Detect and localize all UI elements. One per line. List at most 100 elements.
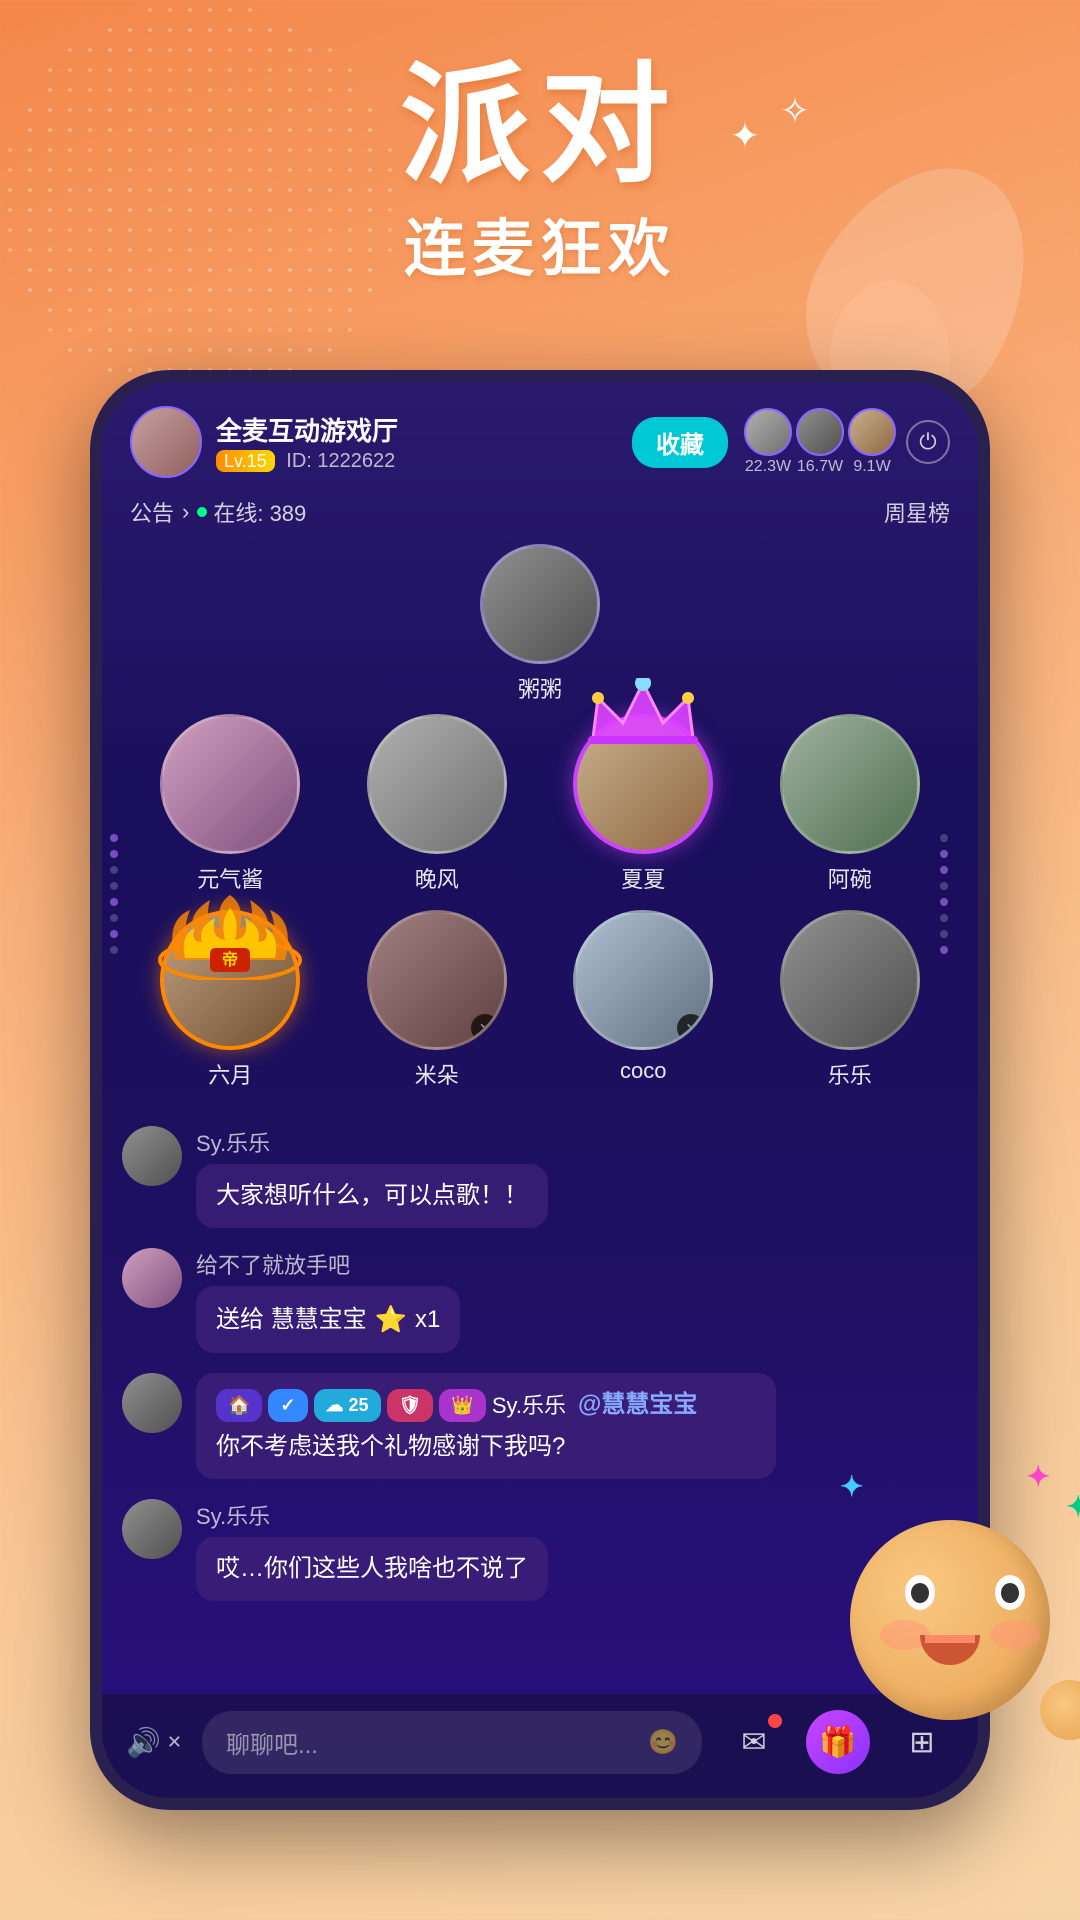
mic-mute-icon-coco: ✕: [677, 1014, 705, 1042]
svg-text:帝: 帝: [222, 950, 238, 969]
chat-content-2: 给不了就放手吧 送给 慧慧宝宝 ⭐ x1: [196, 1248, 460, 1353]
dot: [940, 882, 948, 890]
online-indicator: [197, 507, 207, 517]
dot: [940, 834, 948, 842]
title-area: 派对 连麦狂欢 ✦ ✧: [0, 60, 1080, 288]
performer-slot-awan[interactable]: 阿碗: [752, 714, 949, 894]
top-user-avatar-2: [796, 408, 844, 456]
top-user-1: 22.3W: [744, 408, 792, 476]
dot: [110, 850, 118, 858]
host-meta: Lv.15 ID: 1222622: [216, 450, 616, 473]
emoji-icon[interactable]: 😊: [648, 1728, 678, 1757]
performer-name-miduo: 米朵: [415, 1058, 459, 1090]
online-count: 在线: 389: [213, 496, 884, 528]
mascot-hand: [1040, 1680, 1080, 1740]
chat-content-3: 🏠 ✓ ☁ 25 🛡 👑 Sy.乐乐 @慧慧宝宝 你不考虑送我个礼物感谢下我吗?: [196, 1373, 776, 1479]
mascot-mouth: [920, 1635, 980, 1665]
top-user-avatar-3: [848, 408, 896, 456]
performer-avatar-coco: ✕: [573, 910, 713, 1050]
host-info: 全麦互动游戏厅 Lv.15 ID: 1222622: [216, 411, 616, 473]
collect-button[interactable]: 收藏: [632, 417, 728, 468]
performer-name-wanfeng: 晚风: [415, 862, 459, 894]
chat-placeholder: 聊聊吧...: [226, 1725, 318, 1760]
chat-bubble-2: 送给 慧慧宝宝 ⭐ x1: [196, 1286, 460, 1353]
app-header: 全麦互动游戏厅 Lv.15 ID: 1222622 收藏 22.3W 16.7W: [102, 382, 978, 490]
gift-count: x1: [415, 1302, 440, 1338]
tagged-text: 你不考虑送我个礼物感谢下我吗?: [216, 1429, 565, 1465]
performer-row-2: 帝 六月 ✕ 米朵 ✕: [122, 910, 958, 1090]
chat-message-1: Sy.乐乐 大家想听什么，可以点歌！！: [122, 1126, 958, 1228]
gift-star-icon: ⭐: [375, 1300, 407, 1339]
mail-button[interactable]: ✉: [722, 1710, 786, 1774]
chat-avatar-1: [122, 1126, 182, 1186]
top-user-3: 9.1W: [848, 408, 896, 476]
stage-area: 粥粥 元气酱 晚风: [102, 534, 978, 1116]
mascot-body: [850, 1520, 1050, 1720]
chat-username-1: Sy.乐乐: [196, 1126, 548, 1158]
dot: [940, 930, 948, 938]
chat-input[interactable]: 聊聊吧... 😊: [202, 1711, 702, 1774]
performer-name-coco: coco: [620, 1058, 666, 1084]
dot: [940, 914, 948, 922]
chat-bubble-1: 大家想听什么，可以点歌！！: [196, 1164, 548, 1228]
dot: [940, 866, 948, 874]
performer-row-1: 元气酱 晚风: [122, 714, 958, 894]
crown-decoration: [578, 678, 708, 748]
performer-slot-coco[interactable]: ✕ coco: [545, 910, 742, 1090]
mail-icon: ✉: [741, 1725, 766, 1760]
top-user-count-1: 22.3W: [745, 458, 791, 476]
performer-slot-lele[interactable]: 乐乐: [752, 910, 949, 1090]
gift-text: 送给 慧慧宝宝: [216, 1302, 367, 1338]
host-slot-circle[interactable]: [480, 544, 600, 664]
sparkle-mascot-2: ✦: [1067, 1490, 1080, 1523]
performer-avatar-awan: [780, 714, 920, 854]
top-user-count-2: 16.7W: [797, 458, 843, 476]
badge-guard2: 👑: [439, 1389, 485, 1422]
host-slot-name: 粥粥: [518, 672, 562, 704]
sparkle-icon-1: ✦: [730, 115, 760, 157]
host-level: Lv.15: [216, 450, 275, 472]
host-id: ID: 1222622: [286, 450, 395, 472]
dot: [110, 882, 118, 890]
week-rank-button[interactable]: 周星榜: [884, 496, 950, 528]
sparkle-mascot-4: ✦: [840, 1470, 863, 1503]
mascot-eye-left: [905, 1575, 935, 1610]
sparkle-mascot-1: ✦: [1027, 1460, 1050, 1493]
dot: [110, 866, 118, 874]
sound-button[interactable]: 🔊 ✕: [126, 1726, 182, 1759]
mascot-cheek-right: [990, 1620, 1040, 1650]
sub-header: 公告 › 在线: 389 周星榜: [102, 490, 978, 534]
chat-username-2: 给不了就放手吧: [196, 1248, 460, 1280]
dot: [110, 946, 118, 954]
chat-bubble-4: 哎…你们这些人我啥也不说了: [196, 1537, 548, 1601]
badge-guard: 🛡: [387, 1389, 434, 1422]
badge-cloud: ☁ 25: [314, 1389, 381, 1422]
performer-avatar-lele: [780, 910, 920, 1050]
tagger-name: Sy.乐乐: [492, 1389, 566, 1422]
chat-bubble-3: 🏠 ✓ ☁ 25 🛡 👑 Sy.乐乐 @慧慧宝宝 你不考虑送我个礼物感谢下我吗?: [196, 1373, 776, 1479]
dot: [110, 930, 118, 938]
performer-slot-liuyue[interactable]: 帝 六月: [132, 910, 329, 1090]
performer-avatar-yuanqijiang: [160, 714, 300, 854]
performer-avatar-wanfeng: [367, 714, 507, 854]
performer-slot-xiaxia[interactable]: 夏夏: [545, 714, 742, 894]
sparkle-icon-2: ✧: [780, 90, 810, 132]
chat-avatar-3: [122, 1373, 182, 1433]
performer-slot-yuanqijiang[interactable]: 元气酱: [132, 714, 329, 894]
mail-notification-dot: [768, 1714, 782, 1728]
performer-name-liuyue: 六月: [208, 1058, 252, 1090]
announce-chevron: ›: [182, 499, 189, 525]
announce-label[interactable]: 公告: [130, 496, 174, 528]
dot: [940, 946, 948, 954]
host-name: 全麦互动游戏厅: [216, 411, 616, 448]
performer-slot-miduo[interactable]: ✕ 米朵: [339, 910, 536, 1090]
power-button[interactable]: ⏻: [906, 420, 950, 464]
chat-username-4: Sy.乐乐: [196, 1499, 548, 1531]
sound-icon: 🔊: [126, 1726, 161, 1759]
mascot-eye-right: [995, 1575, 1025, 1610]
top-user-avatar-1: [744, 408, 792, 456]
top-user-count-3: 9.1W: [853, 458, 890, 476]
chat-message-2: 给不了就放手吧 送给 慧慧宝宝 ⭐ x1: [122, 1248, 958, 1353]
host-avatar: [130, 406, 202, 478]
performer-slot-wanfeng[interactable]: 晚风: [339, 714, 536, 894]
